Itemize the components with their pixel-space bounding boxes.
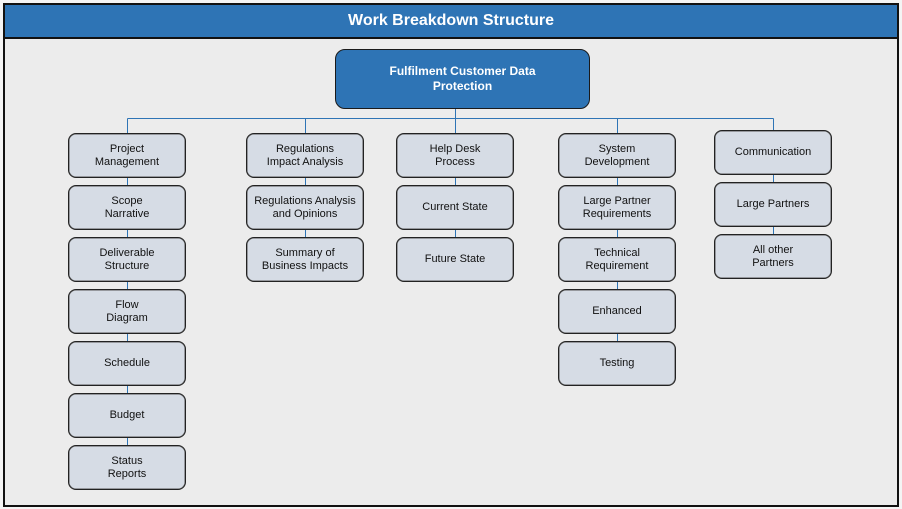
child-node[interactable]: Schedule bbox=[68, 341, 186, 386]
node-label: Current State bbox=[422, 201, 488, 213]
child-node[interactable]: Large Partners bbox=[714, 182, 832, 227]
node-label: Technical Requirement bbox=[585, 246, 649, 272]
child-node[interactable]: Deliverable Structure bbox=[68, 237, 186, 282]
node-label: System Development bbox=[584, 142, 650, 168]
node-label: Future State bbox=[424, 253, 486, 265]
node-label: Scope Narrative bbox=[104, 194, 150, 220]
node-label: Deliverable Structure bbox=[99, 246, 155, 272]
wbs-diagram: Fulfilment Customer Data Protection Proj… bbox=[0, 0, 902, 509]
node-label: Flow Diagram bbox=[106, 298, 148, 324]
child-node[interactable]: Enhanced bbox=[558, 289, 676, 334]
node-label: Budget bbox=[109, 409, 145, 421]
branch-node[interactable]: Regulations Impact Analysis bbox=[246, 133, 364, 178]
node-label: Large Partner Requirements bbox=[582, 194, 652, 220]
branch-node[interactable]: System Development bbox=[558, 133, 676, 178]
node-label: Enhanced bbox=[592, 305, 642, 317]
node-label: Schedule bbox=[104, 357, 150, 369]
branch-node[interactable]: Project Management bbox=[68, 133, 186, 178]
node-label: Summary of Business Impacts bbox=[261, 246, 349, 272]
node-label: Communication bbox=[734, 146, 812, 158]
child-node[interactable]: Large Partner Requirements bbox=[558, 185, 676, 230]
child-node[interactable]: Current State bbox=[396, 185, 514, 230]
child-node[interactable]: Scope Narrative bbox=[68, 185, 186, 230]
branch-node[interactable]: Communication bbox=[714, 130, 832, 175]
node-label: Project Management bbox=[94, 142, 160, 168]
node-label: Help Desk Process bbox=[429, 142, 481, 168]
child-node[interactable]: All other Partners bbox=[714, 234, 832, 279]
node-label: Regulations Impact Analysis bbox=[266, 142, 344, 168]
child-node[interactable]: Testing bbox=[558, 341, 676, 386]
child-node[interactable]: Technical Requirement bbox=[558, 237, 676, 282]
root-node[interactable]: Fulfilment Customer Data Protection bbox=[335, 49, 590, 109]
node-label: All other Partners bbox=[752, 243, 794, 269]
child-node[interactable]: Status Reports bbox=[68, 445, 186, 490]
child-node[interactable]: Regulations Analysis and Opinions bbox=[246, 185, 364, 230]
child-node[interactable]: Summary of Business Impacts bbox=[246, 237, 364, 282]
node-label: Large Partners bbox=[736, 198, 810, 210]
child-node[interactable]: Flow Diagram bbox=[68, 289, 186, 334]
branch-node[interactable]: Help Desk Process bbox=[396, 133, 514, 178]
node-label: Regulations Analysis and Opinions bbox=[254, 194, 356, 220]
node-label: Testing bbox=[599, 357, 635, 369]
child-node[interactable]: Budget bbox=[68, 393, 186, 438]
child-node[interactable]: Future State bbox=[396, 237, 514, 282]
node-label: Status Reports bbox=[107, 454, 147, 480]
